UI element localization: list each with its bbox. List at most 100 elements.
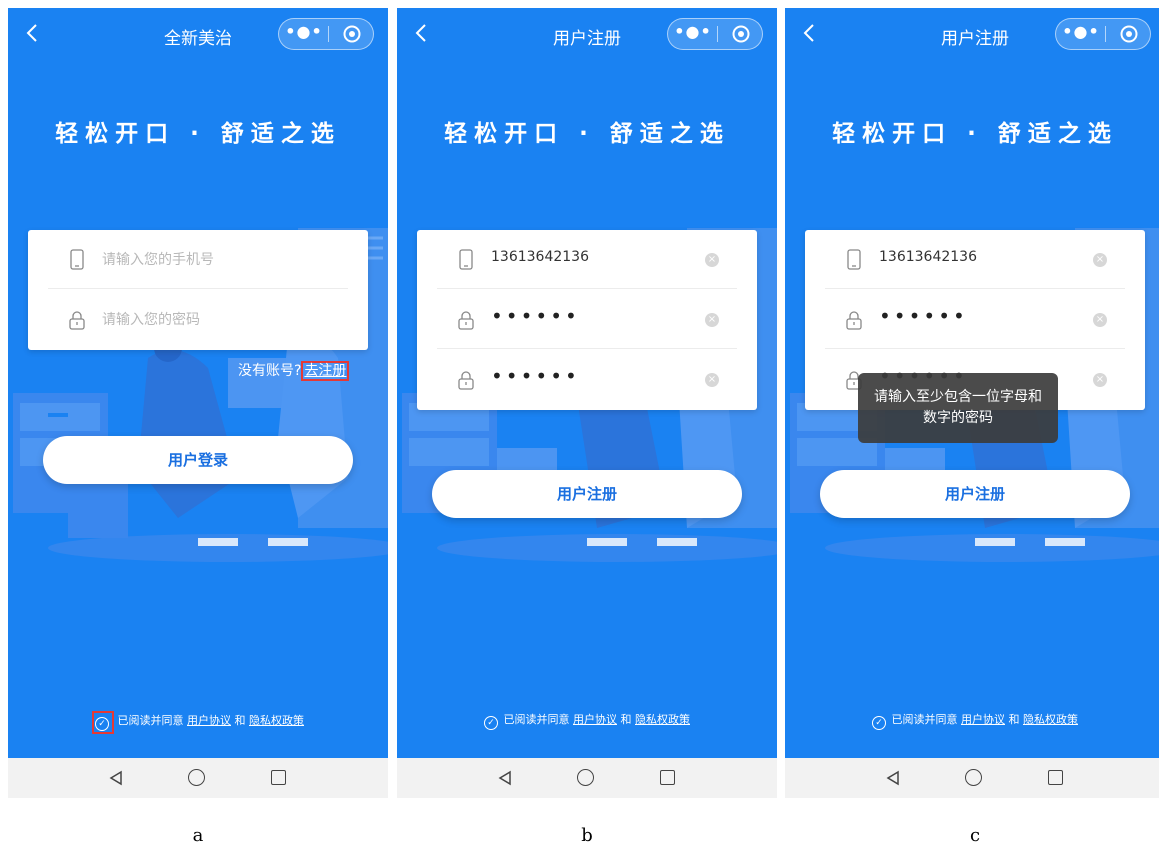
caption-a: a bbox=[192, 825, 204, 846]
mobile-phone-icon bbox=[845, 249, 863, 271]
no-account-text: 没有账号? bbox=[238, 363, 302, 379]
screen-c: 用户注册 •●• 轻松开口 · 舒适之选 13613642136 × •••••… bbox=[785, 8, 1159, 798]
screen-a: 全新美治 •●• 轻松开口 · 舒适之选 请输入您的手机号 请输入您的密码 没有… bbox=[8, 8, 388, 798]
clear-x-icon[interactable]: × bbox=[1093, 373, 1107, 387]
register-link[interactable]: 去注册 bbox=[301, 361, 350, 381]
triangle-back-icon[interactable] bbox=[108, 770, 124, 790]
slogan: 轻松开口 · 舒适之选 bbox=[444, 121, 730, 147]
square-recent-icon[interactable] bbox=[1048, 770, 1063, 785]
slogan: 轻松开口 · 舒适之选 bbox=[832, 121, 1118, 147]
lock-icon bbox=[845, 309, 863, 331]
privacy-policy-link[interactable]: 隐私权政策 bbox=[1023, 713, 1078, 726]
more-dots-icon[interactable]: •●• bbox=[1056, 19, 1106, 49]
agreement-line: ✓ 已阅读并同意 用户协议 和 隐私权政策 bbox=[397, 711, 777, 730]
nav-title: 全新美治 bbox=[164, 29, 232, 49]
phone-screen-register-error: 用户注册 •●• 轻松开口 · 舒适之选 13613642136 × •••••… bbox=[785, 8, 1159, 758]
check-circle-icon: ✓ bbox=[95, 717, 109, 731]
triangle-back-icon[interactable] bbox=[885, 770, 901, 790]
and-text: 和 bbox=[620, 713, 632, 726]
caption-b: b bbox=[581, 825, 593, 846]
agree-text: 已阅读并同意 bbox=[117, 714, 184, 727]
back-chevron-icon[interactable] bbox=[411, 22, 433, 44]
register-prompt: 没有账号? 去注册 bbox=[238, 360, 350, 381]
nav-bar: 用户注册 •●• bbox=[397, 8, 777, 64]
more-dots-icon[interactable]: •●• bbox=[668, 19, 718, 49]
password-input[interactable]: •••••• bbox=[491, 304, 580, 328]
screen-b: 用户注册 •●• 轻松开口 · 舒适之选 13613642136 × •••••… bbox=[397, 8, 777, 798]
clear-x-icon[interactable]: × bbox=[1093, 253, 1107, 267]
clear-x-icon[interactable]: × bbox=[1093, 313, 1107, 327]
agreement-line: ✓ 已阅读并同意 用户协议 和 隐私权政策 bbox=[8, 711, 388, 734]
register-button[interactable]: 用户注册 bbox=[432, 470, 742, 518]
miniapp-capsule: •●• bbox=[278, 18, 374, 50]
system-nav-bar bbox=[785, 758, 1159, 798]
phone-input[interactable]: 13613642136 bbox=[879, 249, 977, 265]
triangle-back-icon[interactable] bbox=[497, 770, 513, 790]
phone-row[interactable]: 13613642136 × bbox=[825, 230, 1125, 289]
toast-line-1: 请输入至少包含一位字母和 bbox=[874, 389, 1042, 405]
login-button[interactable]: 用户登录 bbox=[43, 436, 353, 484]
lock-icon bbox=[68, 309, 86, 331]
capsule-divider bbox=[717, 26, 718, 42]
phone-row[interactable]: 13613642136 × bbox=[437, 230, 737, 289]
caption-c: c bbox=[969, 825, 981, 846]
circle-home-icon[interactable] bbox=[188, 769, 205, 786]
password-input[interactable]: 请输入您的密码 bbox=[102, 309, 200, 329]
agree-text: 已阅读并同意 bbox=[891, 713, 958, 726]
clear-x-icon[interactable]: × bbox=[705, 253, 719, 267]
phone-screen-register: 用户注册 •●• 轻松开口 · 舒适之选 13613642136 × •••••… bbox=[397, 8, 777, 758]
back-chevron-icon[interactable] bbox=[799, 22, 821, 44]
clear-x-icon[interactable]: × bbox=[705, 373, 719, 387]
phone-row[interactable]: 请输入您的手机号 bbox=[48, 230, 348, 289]
password-row[interactable]: •••••• × bbox=[437, 290, 737, 349]
miniapp-capsule: •●• bbox=[667, 18, 763, 50]
clear-x-icon[interactable]: × bbox=[705, 313, 719, 327]
circle-home-icon[interactable] bbox=[577, 769, 594, 786]
check-circle-icon[interactable]: ✓ bbox=[484, 716, 498, 730]
mobile-phone-icon bbox=[68, 249, 86, 271]
nav-title: 用户注册 bbox=[553, 29, 621, 49]
confirm-password-row[interactable]: •••••• × bbox=[437, 350, 737, 409]
lock-icon bbox=[457, 369, 475, 391]
square-recent-icon[interactable] bbox=[660, 770, 675, 785]
register-form-card: 13613642136 × •••••• × •••••• × bbox=[417, 230, 757, 410]
check-circle-icon[interactable]: ✓ bbox=[872, 716, 886, 730]
register-button[interactable]: 用户注册 bbox=[820, 470, 1130, 518]
circle-home-icon[interactable] bbox=[965, 769, 982, 786]
nav-bar: 全新美治 •●• bbox=[8, 8, 388, 64]
square-recent-icon[interactable] bbox=[271, 770, 286, 785]
privacy-policy-link[interactable]: 隐私权政策 bbox=[249, 714, 304, 727]
and-text: 和 bbox=[1008, 713, 1020, 726]
agreement-line: ✓ 已阅读并同意 用户协议 和 隐私权政策 bbox=[785, 711, 1159, 730]
agree-text: 已阅读并同意 bbox=[503, 713, 570, 726]
login-form-card: 请输入您的手机号 请输入您的密码 bbox=[28, 230, 368, 350]
capsule-divider bbox=[1105, 26, 1106, 42]
target-circle-icon[interactable] bbox=[1120, 25, 1138, 43]
phone-input[interactable]: 13613642136 bbox=[491, 249, 589, 265]
password-row[interactable]: •••••• × bbox=[825, 290, 1125, 349]
user-agreement-link[interactable]: 用户协议 bbox=[187, 714, 231, 727]
password-input[interactable]: •••••• bbox=[879, 304, 968, 328]
mobile-phone-icon bbox=[457, 249, 475, 271]
privacy-policy-link[interactable]: 隐私权政策 bbox=[635, 713, 690, 726]
target-circle-icon[interactable] bbox=[732, 25, 750, 43]
error-toast: 请输入至少包含一位字母和 数字的密码 bbox=[858, 373, 1058, 443]
miniapp-capsule: •●• bbox=[1055, 18, 1151, 50]
back-chevron-icon[interactable] bbox=[22, 22, 44, 44]
slogan: 轻松开口 · 舒适之选 bbox=[55, 121, 341, 147]
nav-bar: 用户注册 •●• bbox=[785, 8, 1159, 64]
password-row[interactable]: 请输入您的密码 bbox=[48, 290, 348, 349]
agree-checkbox[interactable]: ✓ bbox=[92, 711, 114, 734]
system-nav-bar bbox=[8, 758, 388, 798]
user-agreement-link[interactable]: 用户协议 bbox=[961, 713, 1005, 726]
user-agreement-link[interactable]: 用户协议 bbox=[573, 713, 617, 726]
and-text: 和 bbox=[234, 714, 246, 727]
nav-title: 用户注册 bbox=[941, 29, 1009, 49]
capsule-divider bbox=[328, 26, 329, 42]
confirm-password-input[interactable]: •••••• bbox=[491, 364, 580, 388]
phone-input[interactable]: 请输入您的手机号 bbox=[102, 249, 214, 269]
more-dots-icon[interactable]: •●• bbox=[279, 19, 329, 49]
lock-icon bbox=[457, 309, 475, 331]
target-circle-icon[interactable] bbox=[343, 25, 361, 43]
system-nav-bar bbox=[397, 758, 777, 798]
